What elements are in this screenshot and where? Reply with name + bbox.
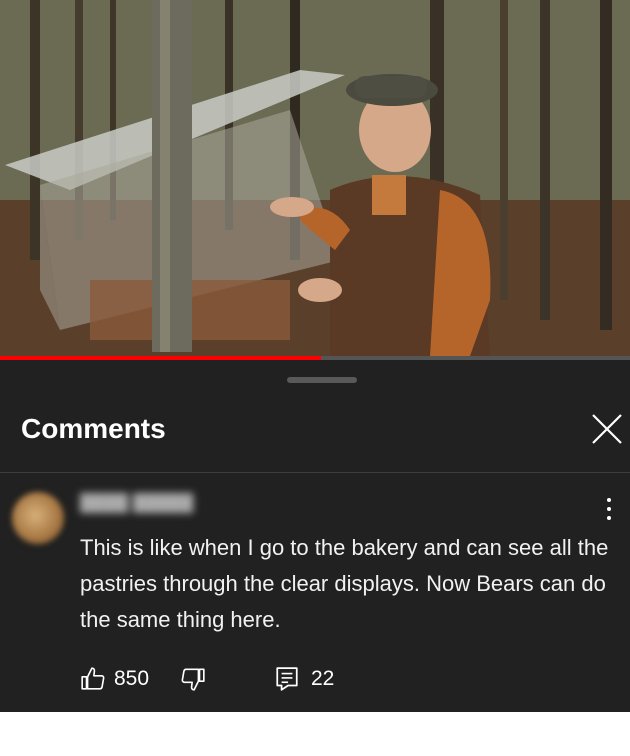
- reply-icon: [276, 667, 298, 691]
- thumbs-up-icon: [81, 667, 105, 690]
- more-vert-icon[interactable]: [598, 494, 620, 524]
- close-button[interactable]: [586, 408, 628, 450]
- like-count: 850: [114, 667, 150, 690]
- video-frame-image: [0, 0, 630, 360]
- dislike-button[interactable]: [180, 666, 206, 692]
- reply-button[interactable]: 22: [275, 666, 334, 692]
- thumbs-down-icon: [181, 668, 205, 691]
- divider: [0, 472, 630, 473]
- reply-count: 22: [311, 667, 335, 690]
- app-frame: Comments ████ █████ This is like when I …: [0, 0, 630, 712]
- drag-handle[interactable]: [287, 377, 357, 383]
- comment-text: This is like when I go to the bakery and…: [80, 535, 609, 632]
- comments-sheet: Comments ████ █████ This is like when I …: [0, 360, 630, 712]
- comment-author[interactable]: ████ █████: [80, 493, 230, 513]
- avatar[interactable]: [12, 492, 64, 544]
- like-button[interactable]: 850: [80, 666, 149, 692]
- close-icon: [592, 414, 622, 444]
- comments-title: Comments: [21, 413, 166, 444]
- video-player[interactable]: [0, 0, 630, 360]
